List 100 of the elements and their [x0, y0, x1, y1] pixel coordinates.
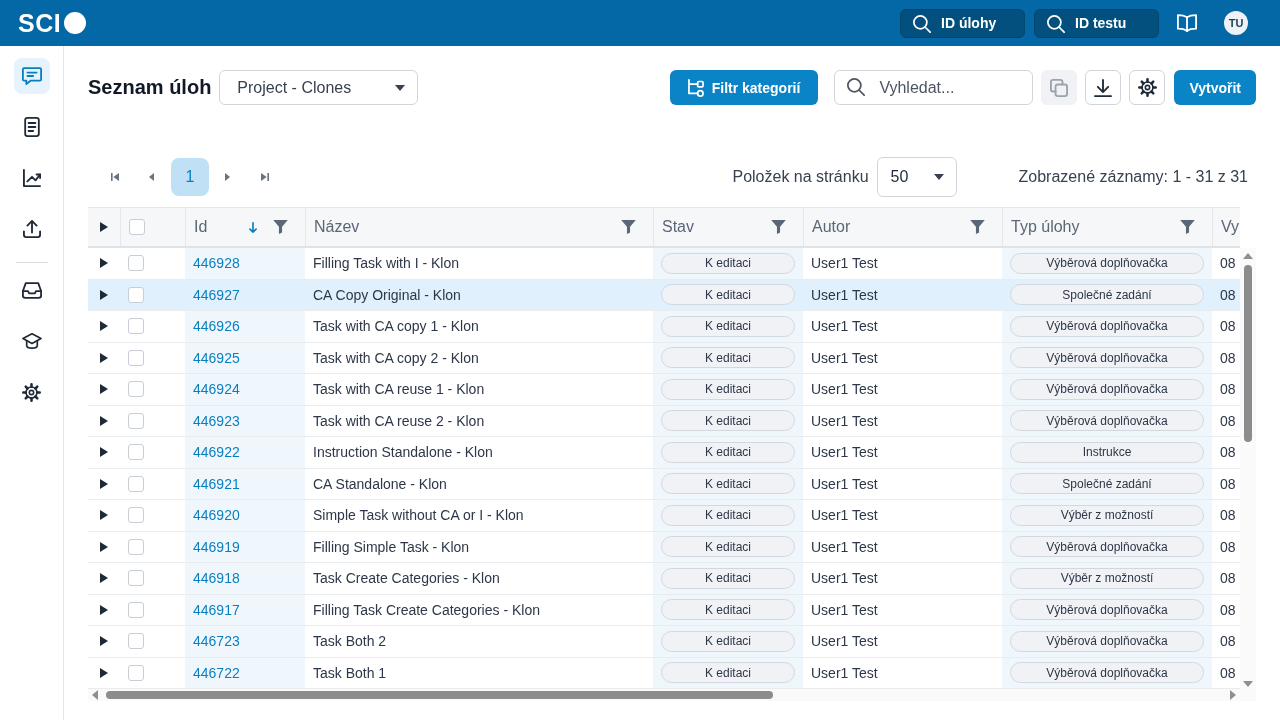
- task-name: Filling Task Create Categories - Klon: [313, 601, 540, 618]
- row-checkbox[interactable]: [128, 444, 144, 461]
- caret-right-icon: [100, 478, 108, 489]
- project-select[interactable]: Project - Clones: [219, 70, 419, 105]
- id-search-field[interactable]: ID úlohy: [900, 8, 1025, 38]
- id-search-field[interactable]: ID testu: [1034, 8, 1159, 38]
- column-header[interactable]: Autor: [812, 218, 851, 236]
- table-row[interactable]: 446927 CA Copy Original - Klon K editaci User1 Test Společné zadání 08: [88, 279, 1240, 311]
- task-name: Task with CA reuse 1 - Klon: [313, 381, 485, 398]
- table-cell-text: User1 Test: [811, 286, 878, 303]
- row-checkbox[interactable]: [128, 318, 144, 335]
- column-filter-button[interactable]: [273, 220, 288, 234]
- row-expand-toggle[interactable]: [100, 667, 108, 678]
- row-expand-toggle[interactable]: [100, 636, 108, 647]
- caret-down-icon: [933, 174, 944, 180]
- open-book-icon: [1177, 14, 1197, 32]
- task-type-badge: Výběrová doplňovačka: [1010, 315, 1204, 337]
- table-row[interactable]: 446722 Task Both 1 K editaci User1 Test Výběrová doplňovačka 08: [88, 657, 1240, 689]
- row-checkbox[interactable]: [128, 507, 144, 524]
- row-checkbox[interactable]: [128, 664, 144, 681]
- table-cell-text: 08: [1220, 601, 1236, 618]
- row-expand-toggle[interactable]: [100, 352, 108, 363]
- column-header[interactable]: Stav: [662, 218, 694, 236]
- status-badge: K editaci: [661, 630, 795, 652]
- row-expand-toggle[interactable]: [100, 604, 108, 615]
- table-row[interactable]: 446918 Task Create Categories - Klon K editaci User1 Test Výběr z možností 08: [88, 563, 1240, 595]
- table-row[interactable]: 446723 Task Both 2 K editaci User1 Test Výběrová doplňovačka 08: [88, 626, 1240, 658]
- logo-text: SCI: [18, 10, 62, 36]
- status-badge: K editaci: [661, 347, 795, 369]
- status-badge: K editaci: [661, 378, 795, 400]
- table-row[interactable]: 446923 Task with CA reuse 2 - Klon K editaci User1 Test Výběrová doplňovačka 08: [88, 405, 1240, 437]
- table-row[interactable]: 446921 CA Standalone - Klon K editaci User1 Test Společné zadání 08: [88, 468, 1240, 500]
- row-expand-toggle[interactable]: [100, 510, 108, 521]
- table-row[interactable]: 446925 Task with CA copy 2 - Klon K editaci User1 Test Výběrová doplňovačka 08: [88, 342, 1240, 374]
- column-filter-button[interactable]: [621, 220, 636, 234]
- task-type-badge: Výběr z možností: [1010, 504, 1204, 526]
- row-expand-toggle[interactable]: [100, 573, 108, 584]
- table-row[interactable]: 446917 Filling Task Create Categories - Klon K editaci User1 Test Výběrová doplňovačka 08: [88, 594, 1240, 626]
- select-all-checkbox[interactable]: [129, 219, 145, 235]
- scrollbar-thumb[interactable]: [106, 691, 773, 699]
- table-cell-text: 08: [1220, 444, 1236, 461]
- scroll-down-icon: [1243, 681, 1253, 687]
- column-filter-button[interactable]: [771, 220, 786, 234]
- expand-all-toggle[interactable]: [100, 222, 108, 232]
- row-expand-toggle[interactable]: [100, 447, 108, 458]
- row-expand-toggle[interactable]: [100, 415, 108, 426]
- horizontal-scrollbar[interactable]: [88, 689, 1240, 701]
- row-checkbox[interactable]: [128, 538, 144, 555]
- page-size-select[interactable]: 50: [876, 157, 957, 197]
- settings-button[interactable]: [1129, 70, 1166, 105]
- table-cell-text: User1 Test: [811, 349, 878, 366]
- row-checkbox[interactable]: [128, 286, 144, 303]
- row-expand-toggle[interactable]: [100, 384, 108, 395]
- row-expand-toggle[interactable]: [100, 478, 108, 489]
- table-cell-text: User1 Test: [811, 318, 878, 335]
- create-button[interactable]: Vytvořit: [1174, 70, 1256, 105]
- table-cell-text: 08: [1220, 475, 1236, 492]
- row-checkbox[interactable]: [128, 412, 144, 429]
- row-checkbox[interactable]: [128, 381, 144, 398]
- table-row[interactable]: 446920 Simple Task without CA or I - Klon K editaci User1 Test Výběr z možností 08: [88, 500, 1240, 532]
- row-expand-toggle[interactable]: [100, 289, 108, 300]
- row-checkbox[interactable]: [128, 633, 144, 650]
- user-avatar[interactable]: TU: [1224, 11, 1248, 35]
- table-cell-text: 08: [1220, 412, 1236, 429]
- column-header[interactable]: Název: [314, 218, 360, 236]
- search-field[interactable]: Vyhledat...: [834, 70, 1034, 105]
- table-row[interactable]: 446928 Filling Task with I - Klon K editaci User1 Test Výběrová doplňovačka 08: [88, 248, 1240, 280]
- table-cell-text: User1 Test: [811, 255, 878, 272]
- table-cell-text: User1 Test: [811, 633, 878, 650]
- category-filter-button[interactable]: Filtr kategorií: [669, 70, 819, 105]
- settings-icon: [22, 382, 41, 402]
- task-type-badge: Společné zadání: [1010, 473, 1204, 495]
- task-name: Task with CA copy 1 - Klon: [313, 318, 479, 335]
- task-type-badge: Výběrová doplňovačka: [1010, 599, 1204, 621]
- column-header[interactable]: Typ úlohy: [1011, 218, 1080, 236]
- download-button[interactable]: [1085, 70, 1122, 105]
- row-checkbox[interactable]: [128, 255, 144, 272]
- status-badge: K editaci: [661, 315, 795, 337]
- column-filter-button[interactable]: [1180, 220, 1195, 234]
- status-badge: K editaci: [661, 504, 795, 526]
- table-row[interactable]: 446922 Instruction Standalone - Klon K editaci User1 Test Instrukce 08: [88, 437, 1240, 469]
- column-header[interactable]: Id: [194, 218, 208, 236]
- page-button[interactable]: 1: [171, 158, 209, 196]
- row-expand-toggle[interactable]: [100, 258, 108, 269]
- vertical-scrollbar[interactable]: [1240, 248, 1256, 701]
- row-checkbox[interactable]: [128, 570, 144, 587]
- table-row[interactable]: 446926 Task with CA copy 1 - Klon K editaci User1 Test Výběrová doplňovačka 08: [88, 311, 1240, 343]
- row-expand-toggle[interactable]: [100, 321, 108, 332]
- row-checkbox[interactable]: [128, 349, 144, 366]
- last-page-icon: [260, 173, 269, 181]
- column-header[interactable]: Vy: [1221, 218, 1240, 236]
- column-filter-button[interactable]: [970, 220, 985, 234]
- row-checkbox[interactable]: [128, 601, 144, 618]
- row-checkbox[interactable]: [128, 475, 144, 492]
- table-row[interactable]: 446924 Task with CA reuse 1 - Klon K editaci User1 Test Výběrová doplňovačka 08: [88, 374, 1240, 406]
- table-row[interactable]: 446919 Filling Simple Task - Klon K editaci User1 Test Výběrová doplňovačka 08: [88, 531, 1240, 563]
- row-expand-toggle[interactable]: [100, 541, 108, 552]
- scrollbar-thumb[interactable]: [1244, 265, 1252, 442]
- status-badge: K editaci: [661, 473, 795, 495]
- table-cell-text: 08: [1220, 349, 1236, 366]
